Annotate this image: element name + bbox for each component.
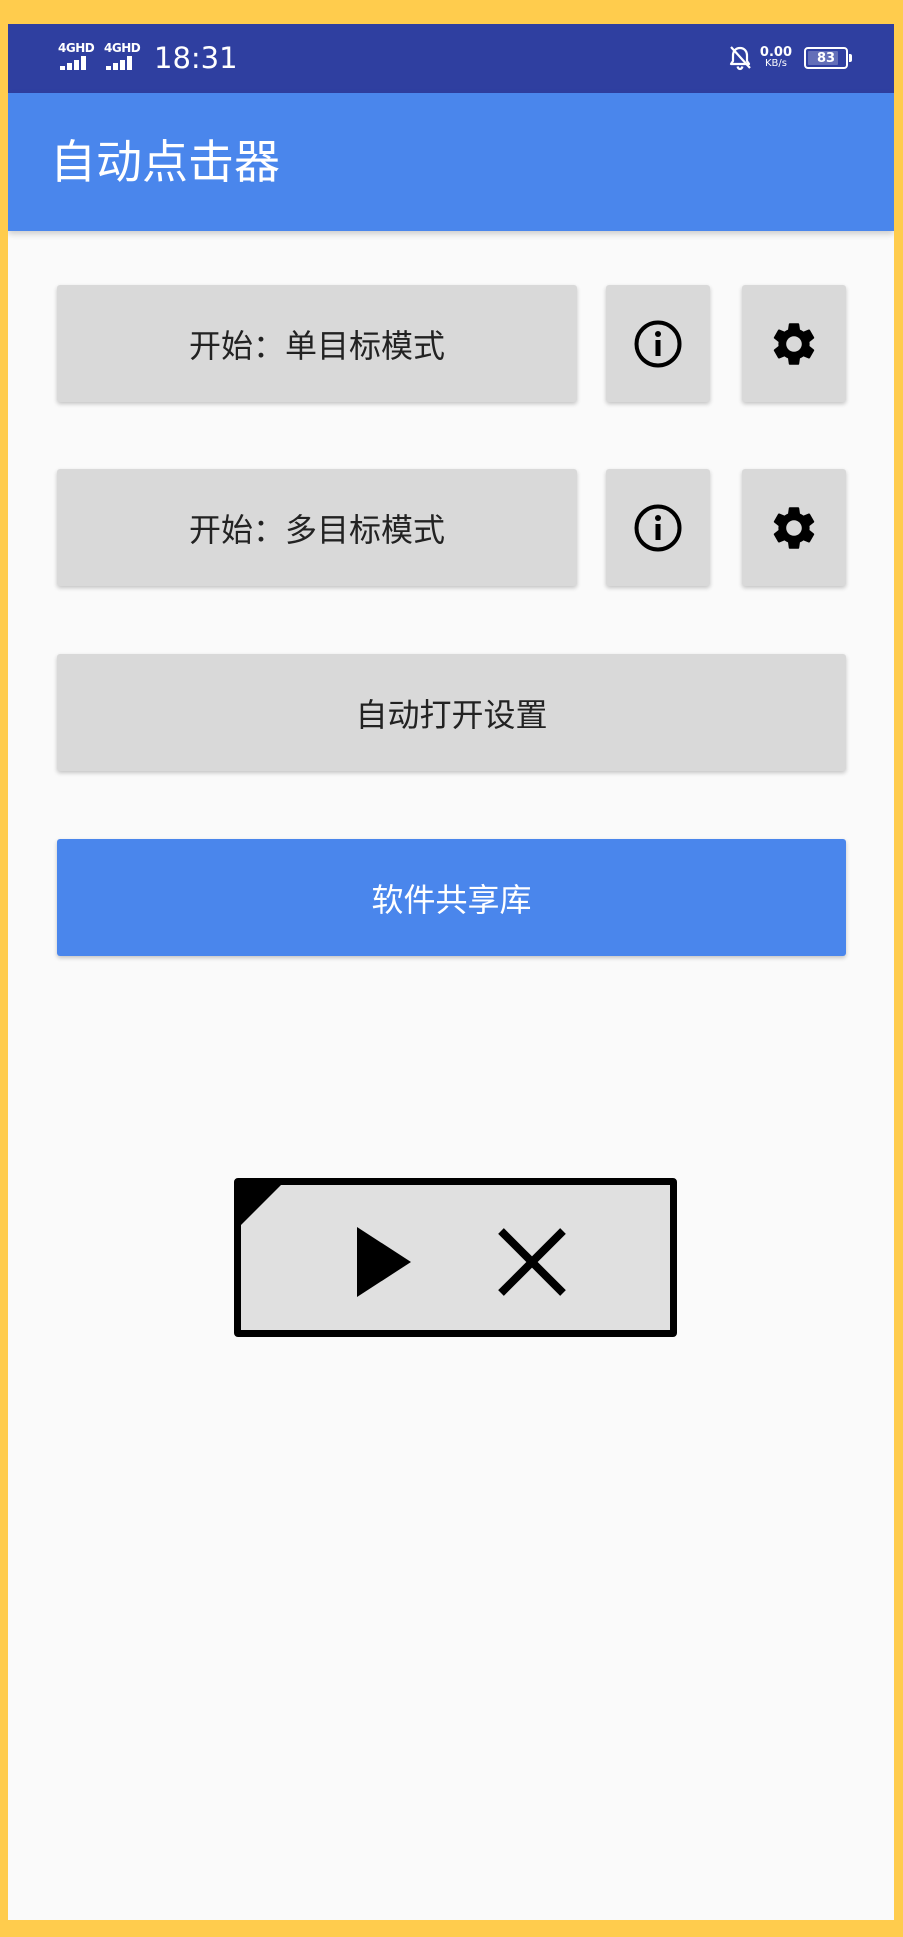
single-target-info-button[interactable] bbox=[606, 285, 710, 402]
info-icon bbox=[634, 320, 682, 367]
signal-icon bbox=[60, 56, 86, 70]
auto-open-settings-label: 自动打开设置 bbox=[355, 695, 548, 734]
phone-screen: 4GHD 4GHD 18:31 0.00 KB/s 83 自动点击器 开始：单目… bbox=[8, 24, 894, 1920]
speed-unit: KB/s bbox=[764, 58, 787, 69]
gear-icon bbox=[773, 322, 815, 365]
multi-target-settings-button[interactable] bbox=[742, 469, 846, 586]
auto-open-settings-button[interactable]: 自动打开设置 bbox=[57, 654, 846, 771]
drag-handle-icon[interactable] bbox=[241, 1185, 281, 1225]
network-type-2: 4GHD bbox=[104, 41, 141, 55]
app-title: 自动点击器 bbox=[50, 135, 280, 189]
play-icon bbox=[357, 1227, 411, 1297]
single-target-settings-button[interactable] bbox=[742, 285, 846, 402]
status-time: 18:31 bbox=[154, 41, 238, 75]
start-single-target-button[interactable]: 开始：单目标模式 bbox=[57, 285, 577, 402]
network-type-1: 4GHD bbox=[58, 41, 95, 55]
network-speed: 0.00 KB/s bbox=[759, 45, 792, 69]
close-icon bbox=[498, 1228, 566, 1296]
status-bar: 4GHD 4GHD 18:31 0.00 KB/s 83 bbox=[8, 24, 894, 93]
speed-value: 0.00 bbox=[759, 45, 792, 60]
multi-target-info-button[interactable] bbox=[606, 469, 710, 586]
bell-off-icon bbox=[729, 46, 751, 71]
start-single-target-label: 开始：单目标模式 bbox=[188, 326, 445, 365]
app-bar: 自动点击器 bbox=[8, 93, 894, 231]
signal-2: 4GHD bbox=[104, 40, 144, 76]
software-share-library-button[interactable]: 软件共享库 bbox=[57, 839, 846, 956]
start-multi-target-button[interactable]: 开始：多目标模式 bbox=[57, 469, 577, 586]
signal-1: 4GHD bbox=[58, 40, 98, 76]
status-left: 4GHD 4GHD 18:31 bbox=[58, 36, 238, 80]
close-button[interactable] bbox=[493, 1223, 571, 1301]
floating-control-panel[interactable] bbox=[234, 1178, 677, 1337]
start-multi-target-label: 开始：多目标模式 bbox=[188, 510, 445, 549]
gear-icon bbox=[773, 506, 815, 549]
status-right: 0.00 KB/s 83 bbox=[728, 38, 852, 78]
battery-level: 83 bbox=[816, 50, 836, 66]
play-button[interactable] bbox=[351, 1223, 417, 1301]
signal-icon bbox=[106, 56, 132, 70]
info-icon bbox=[634, 504, 682, 551]
battery-icon: 83 bbox=[804, 47, 852, 69]
software-share-library-label: 软件共享库 bbox=[371, 880, 532, 919]
